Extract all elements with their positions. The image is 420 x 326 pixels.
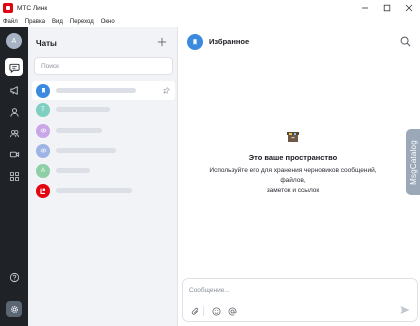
rail-chats-button[interactable] — [5, 58, 23, 76]
pin-icon — [163, 87, 170, 94]
close-icon — [405, 4, 413, 12]
chat-avatar — [36, 83, 50, 98]
menu-file[interactable]: Файл — [3, 19, 18, 25]
empty-state-title: Это ваше пространство — [248, 153, 338, 162]
window-controls — [354, 0, 420, 16]
mention-icon — [228, 307, 237, 316]
rail-video-button[interactable] — [5, 145, 23, 163]
chat-name-placeholder — [56, 148, 116, 153]
archive-box-icon — [287, 132, 299, 142]
mention-button[interactable] — [227, 306, 237, 316]
message-composer — [182, 278, 418, 322]
chat-list-item[interactable] — [32, 181, 175, 200]
eye-icon — [40, 148, 46, 153]
empty-state-description: Используйте его для хранения черновиков … — [178, 166, 408, 196]
chat-avatar: А — [36, 163, 50, 178]
conversation-panel: Избранное Это ваше пространство Использу… — [178, 27, 420, 326]
profile-avatar[interactable]: А — [6, 33, 22, 49]
chat-avatar — [36, 143, 50, 158]
chat-name-placeholder — [56, 107, 110, 112]
attach-button[interactable] — [190, 306, 200, 316]
emoji-icon — [211, 306, 221, 316]
empty-state: Это ваше пространство Используйте его дл… — [178, 131, 408, 196]
chat-list-title: Чаты — [36, 39, 57, 48]
video-icon — [9, 151, 19, 157]
mts-link-icon — [40, 188, 45, 194]
chat-list-panel: Чаты Т А — [28, 27, 178, 326]
apps-icon — [9, 171, 19, 181]
chat-search-input[interactable] — [34, 57, 173, 75]
rail-profile-button[interactable] — [5, 103, 23, 121]
chat-name-placeholder — [56, 188, 132, 193]
favorites-avatar — [187, 33, 203, 50]
bookmark-icon — [193, 38, 197, 45]
megaphone-icon — [9, 85, 18, 95]
msgcatalog-side-tab[interactable]: MsgCatalog — [406, 129, 420, 195]
rail-help-button[interactable] — [5, 268, 23, 286]
chat-list-item[interactable] — [32, 141, 175, 160]
help-icon — [9, 272, 19, 282]
contacts-icon — [9, 129, 19, 137]
maximize-icon — [383, 4, 391, 12]
menu-bar: Файл Правка Вид Переход Окно — [0, 16, 420, 27]
rail-channels-button[interactable] — [5, 81, 23, 99]
chat-avatar: Т — [36, 102, 50, 117]
chat-list-item[interactable]: А — [32, 161, 175, 180]
empty-state-line: Используйте его для хранения черновиков … — [209, 167, 377, 174]
empty-state-line: файлов, — [280, 177, 306, 184]
chat-avatar — [36, 123, 50, 138]
attach-icon — [191, 307, 198, 315]
chat-name-placeholder — [56, 88, 136, 93]
chat-list-item[interactable] — [32, 81, 175, 100]
eye-icon — [40, 128, 46, 133]
bookmark-icon — [41, 88, 45, 93]
chat-icon — [8, 63, 20, 73]
rail-contacts-button[interactable] — [5, 124, 23, 142]
chat-avatar — [36, 183, 50, 198]
chat-name-placeholder — [56, 168, 90, 173]
empty-state-line: заметок и ссылок — [266, 187, 320, 194]
menu-go[interactable]: Переход — [70, 19, 94, 25]
minimize-button[interactable] — [354, 0, 376, 16]
app-logo-icon — [3, 3, 13, 13]
settings-icon — [10, 305, 18, 313]
chat-name-placeholder — [56, 128, 102, 133]
message-input[interactable] — [189, 284, 389, 296]
chat-list-item[interactable] — [32, 121, 175, 140]
maximize-button[interactable] — [376, 0, 398, 16]
menu-view[interactable]: Вид — [52, 19, 63, 25]
chat-list-item[interactable]: Т — [32, 100, 175, 119]
conversation-header: Избранное — [178, 27, 420, 56]
close-button[interactable] — [398, 0, 420, 16]
new-chat-button[interactable] — [155, 35, 169, 49]
composer-divider — [203, 306, 204, 316]
settings-button[interactable] — [6, 301, 22, 317]
msgcatalog-label: MsgCatalog — [408, 139, 418, 185]
plus-icon — [157, 37, 167, 47]
left-rail: А — [0, 27, 28, 326]
app-title: МТС Линк — [17, 4, 48, 12]
title-bar: МТС Линк — [0, 0, 420, 16]
user-icon — [9, 107, 19, 117]
rail-apps-button[interactable] — [5, 167, 23, 185]
search-icon[interactable] — [400, 36, 411, 47]
minimize-icon — [362, 7, 368, 9]
conversation-title: Избранное — [209, 37, 250, 46]
menu-edit[interactable]: Правка — [25, 19, 45, 25]
send-icon[interactable] — [399, 304, 411, 316]
emoji-button[interactable] — [211, 306, 221, 316]
menu-window[interactable]: Окно — [101, 19, 115, 25]
